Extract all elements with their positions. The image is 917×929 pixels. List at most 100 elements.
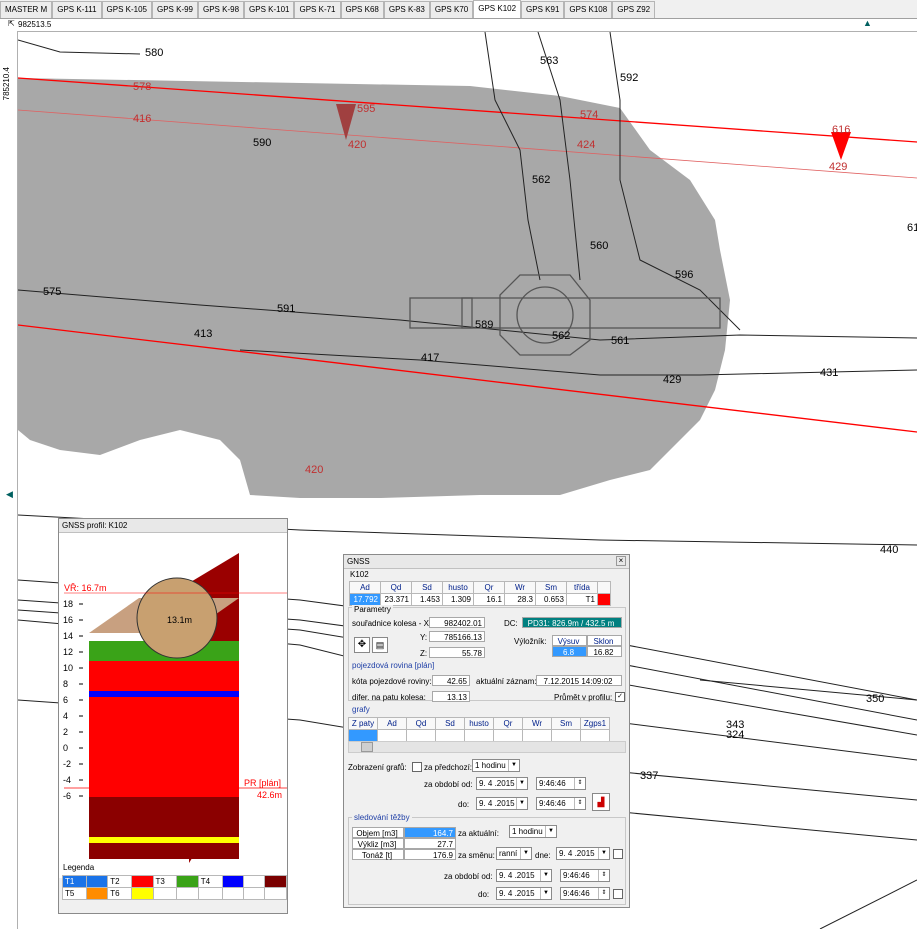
map-origin-icon: ⇱ (8, 19, 15, 28)
pr-label: PR [plán] (244, 778, 281, 788)
sledovani-title: sledování těžby (352, 813, 412, 822)
left-ruler: 785210.4 ◀ (0, 31, 18, 929)
graph-cell[interactable] (493, 729, 523, 742)
time1-spin[interactable]: 9:46:46 ⇕ (536, 777, 586, 790)
contour-label: 420 (305, 464, 323, 476)
dne-select[interactable]: 9. 4 .2015 ▼ (556, 847, 610, 860)
contour-label: 590 (253, 137, 271, 149)
tab-4[interactable]: GPS K-98 (198, 1, 245, 18)
tab-6[interactable]: GPS K-71 (294, 1, 341, 18)
graph-header[interactable]: Qd (406, 717, 436, 730)
date3-select[interactable]: 9. 4 .2015 ▼ (496, 869, 552, 882)
time2-spin[interactable]: 9:46:46 ⇕ (536, 797, 586, 810)
document-icon[interactable]: ▤ (372, 637, 388, 653)
y-tick-label: 6 (63, 695, 68, 705)
move-icon[interactable]: ✥ (354, 637, 370, 653)
time4-spin[interactable]: 9:46:46 ⇕ (560, 887, 610, 900)
tab-8[interactable]: GPS K-83 (383, 1, 430, 18)
ruler-marker-icon[interactable]: ◀ (6, 489, 13, 500)
time3-spin[interactable]: 9:46:46 ⇕ (560, 869, 610, 882)
gnss-window[interactable]: GNSS × K102 Ad Qd Sd husto Qr Wr Sm třída 17.792… (343, 554, 630, 908)
legend-swatch (85, 875, 109, 888)
coord-left: 785210.4 (2, 67, 11, 101)
date2-select[interactable]: 9. 4 .2015 ▼ (476, 797, 528, 810)
profile-window[interactable]: GNSS profil: K102 18 16 14 12 10 8 6 4 2 0 -2 -4 -6 … (58, 518, 288, 914)
tab-13[interactable]: GPS Z92 (612, 1, 656, 18)
legend-name: T6 (107, 887, 133, 900)
graph-scrollbar[interactable] (348, 741, 626, 753)
tab-10[interactable]: GPS K102 (473, 0, 522, 18)
tab-2[interactable]: GPS K-105 (101, 1, 152, 18)
grafy-title: grafy (352, 705, 370, 714)
chevron-down-icon: ▼ (520, 848, 531, 859)
vysuv-header: Výsuv (552, 635, 587, 646)
tonaz-label: Tonáž [t] (352, 849, 404, 860)
status-value: 17.792 (349, 593, 381, 606)
tab-0[interactable]: MASTER M (0, 1, 53, 18)
smena-select[interactable]: ranní ▼ (496, 847, 532, 860)
za-aktualni-select[interactable]: 1 hodinu ▼ (509, 825, 557, 838)
tab-11[interactable]: GPS K91 (521, 1, 565, 18)
zobrazeni-checkbox[interactable] (412, 762, 422, 772)
graph-cell[interactable] (580, 729, 610, 742)
prumet-checkbox[interactable]: ✓ (615, 692, 625, 702)
dc-label: DC: (504, 619, 518, 628)
tab-9[interactable]: GPS K70 (429, 1, 474, 18)
legend-swatch (221, 875, 245, 888)
date4-select[interactable]: 9. 4 .2015 ▼ (496, 887, 552, 900)
north-arrow-icon[interactable]: ▲ (863, 18, 872, 28)
tab-5[interactable]: GPS K-101 (244, 1, 295, 18)
graph-cell[interactable] (435, 729, 465, 742)
tab-12[interactable]: GPS K108 (564, 1, 613, 18)
legend-name: T3 (152, 875, 178, 888)
graph-header[interactable]: Z paty (348, 717, 378, 730)
graph-cell[interactable] (551, 729, 581, 742)
contour-label: 417 (421, 352, 439, 364)
graph-cell[interactable] (406, 729, 436, 742)
za-predchozi-select[interactable]: 1 hodinu ▼ (472, 759, 520, 772)
graph-cell[interactable] (522, 729, 552, 742)
vykliz-label: Výkliz [m3] (352, 838, 404, 849)
chevron-down-icon: ▼ (540, 888, 551, 899)
contour-label: 563 (540, 55, 558, 67)
status-header: Qr (473, 581, 505, 594)
chevron-down-icon: ▼ (540, 870, 551, 881)
y-tick-label: 10 (63, 663, 73, 673)
dne-checkbox[interactable] (613, 849, 623, 859)
legend-name: T2 (107, 875, 133, 888)
contour-label: 562 (552, 330, 570, 342)
chart-icon[interactable]: ▟ (592, 793, 610, 811)
profile-window-title: GNSS profil: K102 (59, 519, 287, 533)
close-icon[interactable]: × (616, 556, 626, 566)
graph-header[interactable]: husto (464, 717, 494, 730)
graph-cell[interactable] (377, 729, 407, 742)
graph-cell[interactable] (464, 729, 494, 742)
scroll-thumb[interactable] (361, 742, 373, 752)
graph-header[interactable]: Sd (435, 717, 465, 730)
date1-select[interactable]: 9. 4 .2015 ▼ (476, 777, 528, 790)
status-value: 1.309 (442, 593, 474, 606)
contour-label: 591 (277, 303, 295, 315)
dc-field: PD31: 826.9m / 432.5 m (522, 617, 622, 628)
layer-t2 (89, 661, 239, 691)
status-table: Ad Qd Sd husto Qr Wr Sm třída 17.792 23.371 1.453 1… (349, 581, 611, 606)
graph-header[interactable]: Sm (551, 717, 581, 730)
y-tick-label: 2 (63, 727, 68, 737)
status-header: Sd (411, 581, 443, 594)
graph-header[interactable]: Ad (377, 717, 407, 730)
graph-header[interactable]: Wr (522, 717, 552, 730)
tab-1[interactable]: GPS K-111 (52, 1, 102, 18)
legend-swatch (85, 887, 109, 900)
contour-label: 562 (532, 174, 550, 186)
y-tick-label: 0 (63, 743, 68, 753)
period-checkbox[interactable] (613, 889, 623, 899)
graph-cell[interactable] (348, 729, 378, 742)
status-header: Ad (349, 581, 381, 594)
graph-header[interactable]: Zgps1 (580, 717, 610, 730)
graph-header[interactable]: Qr (493, 717, 523, 730)
status-value: 0.653 (535, 593, 567, 606)
tab-3[interactable]: GPS K-99 (151, 1, 198, 18)
contour-label: 413 (194, 328, 212, 340)
tab-7[interactable]: GPS K68 (340, 1, 384, 18)
contour-label: 580 (145, 47, 163, 59)
